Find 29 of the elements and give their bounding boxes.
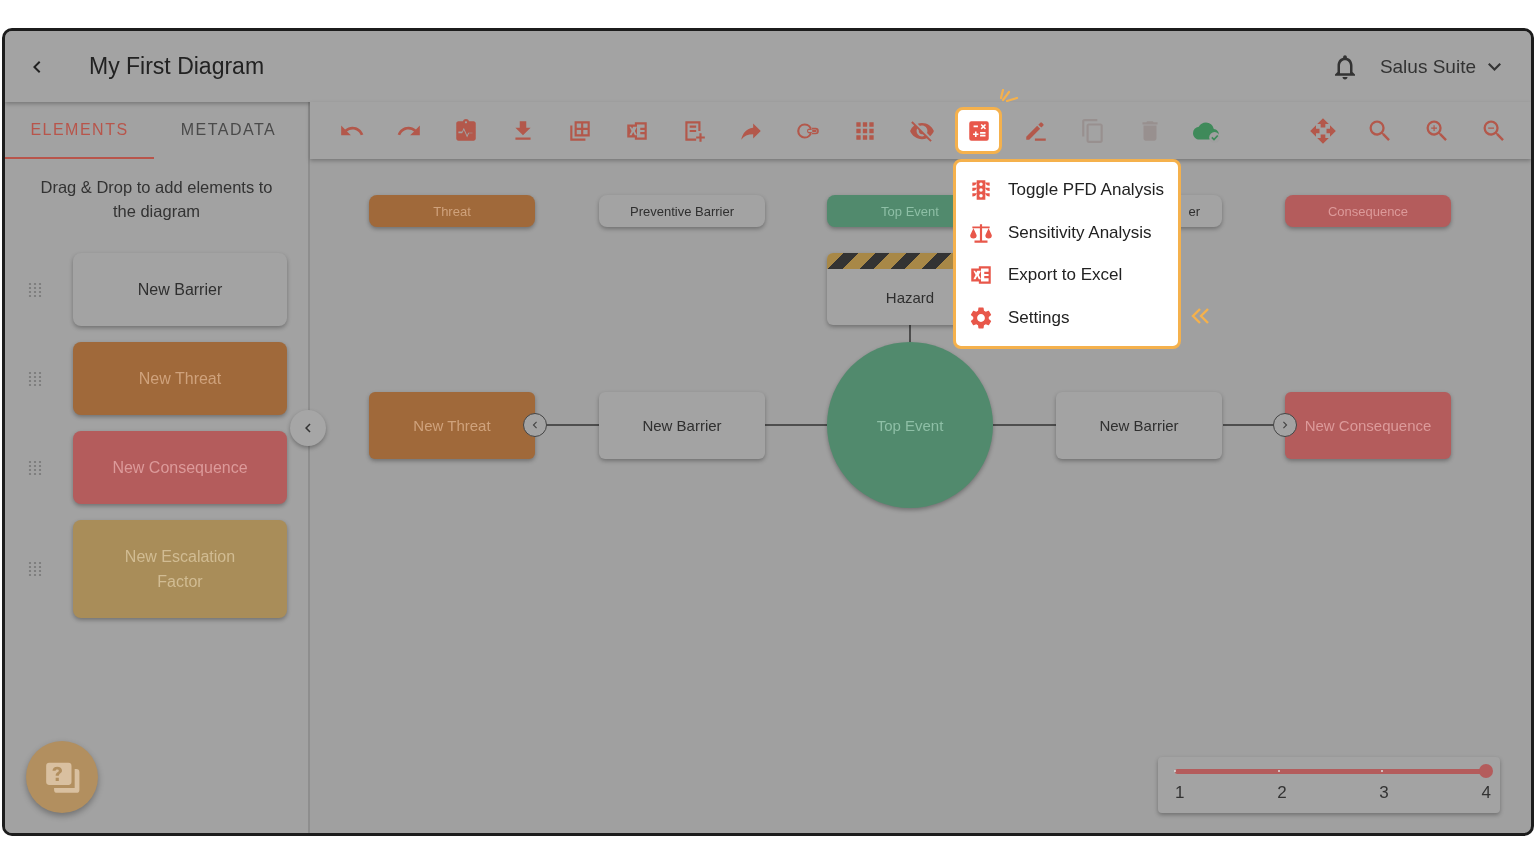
element-card[interactable]: New Barrier (73, 253, 287, 326)
account-dropdown[interactable]: Salus Suite (1379, 55, 1501, 78)
drag-drop-hint: Drag & Drop to add elements to the diagram (39, 177, 274, 222)
slider-tick-label: 1 (1175, 783, 1185, 803)
collapse-handle[interactable] (523, 413, 547, 437)
collapse-sidebar-button[interactable] (290, 410, 326, 446)
drag-handle-icon[interactable] (28, 281, 42, 298)
slider-tick-label: 2 (1277, 783, 1287, 803)
sidebar-tab[interactable]: METADATA (154, 102, 303, 159)
column-header: Threat (369, 195, 535, 227)
help-button[interactable] (26, 741, 98, 813)
drag-handle-icon[interactable] (28, 370, 42, 387)
diagram-title: My First Diagram (89, 53, 265, 80)
connector-line (909, 324, 911, 343)
expand-handle[interactable] (1273, 413, 1297, 437)
diagram-node[interactable]: New Barrier (1056, 392, 1222, 459)
diagram-node[interactable]: New Barrier (599, 392, 765, 459)
calculator-button[interactable] (955, 107, 1002, 154)
chevron-down-icon (1488, 62, 1501, 71)
slider-tick-label: 4 (1481, 783, 1491, 803)
drag-handle-icon[interactable] (28, 561, 42, 577)
move-icon (1308, 116, 1337, 145)
column-header: Consequence (1285, 195, 1451, 227)
connector-line (764, 424, 828, 426)
column-header: Preventive Barrier (599, 195, 765, 227)
drag-handle-icon[interactable] (28, 459, 42, 476)
connector-line (992, 424, 1057, 426)
slider-tick-label: 3 (1379, 783, 1389, 803)
sparkle-icon (1000, 89, 1018, 102)
